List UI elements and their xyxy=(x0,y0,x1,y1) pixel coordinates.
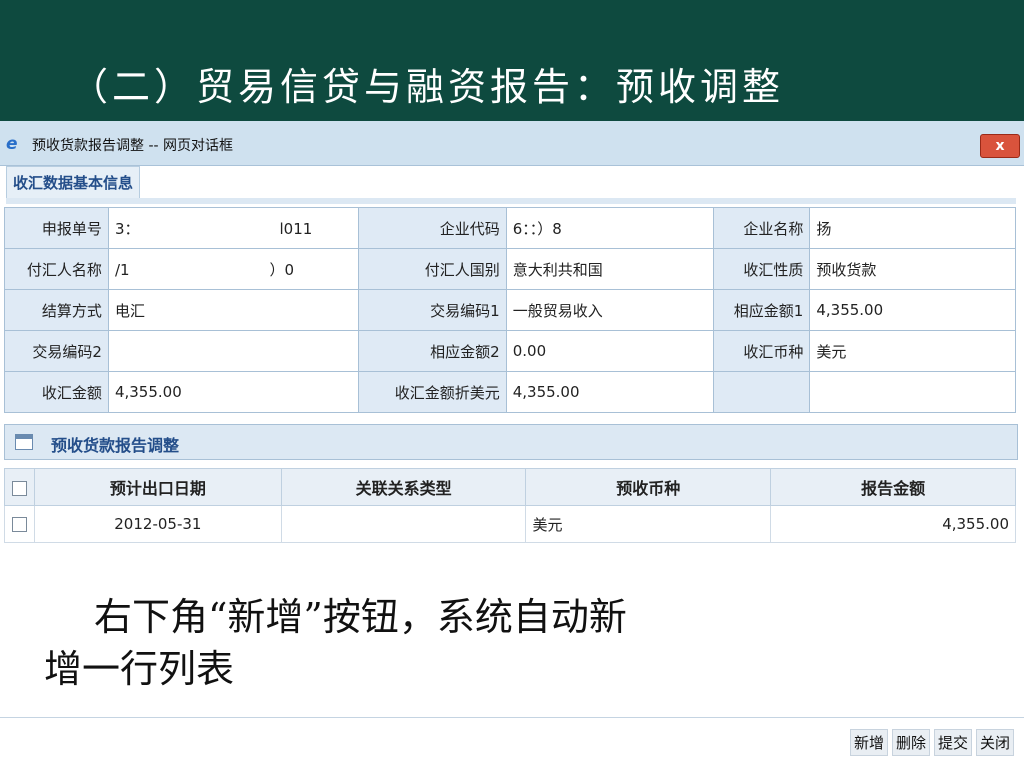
field-label: 交易编码1 xyxy=(357,289,507,331)
declaration-no-field: 3： l011 xyxy=(107,207,359,249)
select-all-checkbox[interactable] xyxy=(4,468,35,506)
usd-amount-field: 4,355.00 xyxy=(505,371,715,413)
col-header-relation[interactable]: 关联关系类型 xyxy=(280,468,527,506)
info-row: 收汇金额 4,355.00 收汇金额折美元 4,355.00 xyxy=(4,371,1016,413)
field-label: 付汇人国别 xyxy=(357,248,507,290)
field-label: 付汇人名称 xyxy=(4,248,109,290)
grid-icon xyxy=(15,434,33,450)
info-table: 申报单号 3： l011 企业代码 6：：）8 企业名称 扬 付汇人名称 /1 ）0… xyxy=(4,207,1016,413)
tab-basic-info[interactable]: 收汇数据基本信息 xyxy=(6,166,141,199)
company-code-field: 6：：）8 xyxy=(505,207,715,249)
company-name-field: 扬 xyxy=(809,207,1016,249)
close-button[interactable]: 关闭 xyxy=(975,729,1014,756)
amount2-field: 0.00 xyxy=(505,330,715,372)
col-header-currency[interactable]: 预收币种 xyxy=(525,468,772,506)
field-label: 企业名称 xyxy=(713,207,811,249)
dialog-window: e 预收货款报告调整 -- 网页对话框 x 收汇数据基本信息 申报单号 3： l0… xyxy=(0,121,1024,768)
ie-icon: e xyxy=(6,134,18,154)
cell-amount[interactable]: 4,355.00 xyxy=(770,505,1016,543)
close-icon[interactable]: x xyxy=(980,134,1020,158)
table-row[interactable]: 2012-05-31 美元 4,355.00 xyxy=(4,505,1016,543)
trade-code1-field: 一般贸易收入 xyxy=(505,289,715,331)
submit-button[interactable]: 提交 xyxy=(933,729,972,756)
payer-country-field: 意大利共和国 xyxy=(505,248,715,290)
subsection-header: 预收货款报告调整 xyxy=(4,424,1018,460)
empty-field xyxy=(809,371,1016,413)
field-label: 申报单号 xyxy=(4,207,109,249)
footer-divider xyxy=(0,717,1024,718)
section-divider xyxy=(6,198,1016,204)
col-header-date[interactable]: 预计出口日期 xyxy=(33,468,282,506)
cell-date[interactable]: 2012-05-31 xyxy=(33,505,282,543)
field-label: 交易编码2 xyxy=(4,330,109,372)
row-checkbox[interactable] xyxy=(4,505,35,543)
info-row: 付汇人名称 /1 ）0 付汇人国别 意大利共和国 收汇性质 预收货款 xyxy=(4,248,1016,290)
delete-button[interactable]: 删除 xyxy=(891,729,930,756)
field-label: 收汇金额折美元 xyxy=(357,371,507,413)
slide-title: （二）贸易信贷与融资报告：预收调整 xyxy=(70,65,785,109)
field-label: 收汇金额 xyxy=(4,371,109,413)
field-label xyxy=(713,371,811,413)
field-label: 相应金额2 xyxy=(357,330,507,372)
col-header-amount[interactable]: 报告金额 xyxy=(770,468,1016,506)
field-label: 相应金额1 xyxy=(713,289,811,331)
add-button[interactable]: 新增 xyxy=(849,729,888,756)
slide-title-bar: （二）贸易信贷与融资报告：预收调整 xyxy=(0,0,1024,120)
subsection-title: 预收货款报告调整 xyxy=(51,436,180,455)
annotation-line: 增一行列表 xyxy=(44,647,235,691)
annotation-text: 右下角“新增”按钮，系统自动新 增一行列表 xyxy=(44,591,804,695)
adjust-grid: 预计出口日期 关联关系类型 预收币种 报告金额 2012-05-31 美元 4,… xyxy=(4,468,1016,543)
cell-currency[interactable]: 美元 xyxy=(525,505,772,543)
currency-field: 美元 xyxy=(809,330,1016,372)
annotation-line: 右下角“新增”按钮，系统自动新 xyxy=(94,595,627,639)
field-label: 收汇性质 xyxy=(713,248,811,290)
field-label: 企业代码 xyxy=(357,207,507,249)
receipt-amount-field: 4,355.00 xyxy=(107,371,359,413)
receipt-nature-field: 预收货款 xyxy=(809,248,1016,290)
amount1-field: 4,355.00 xyxy=(809,289,1016,331)
settlement-method-field: 电汇 xyxy=(107,289,359,331)
info-row: 申报单号 3： l011 企业代码 6：：）8 企业名称 扬 xyxy=(4,207,1016,249)
window-titlebar: e 预收货款报告调整 -- 网页对话框 x xyxy=(0,121,1024,166)
trade-code2-field xyxy=(107,330,359,372)
field-label: 收汇币种 xyxy=(713,330,811,372)
grid-header-row: 预计出口日期 关联关系类型 预收币种 报告金额 xyxy=(4,468,1016,506)
cell-relation[interactable] xyxy=(280,505,527,543)
payer-name-field: /1 ）0 xyxy=(107,248,359,290)
info-row: 交易编码2 相应金额2 0.00 收汇币种 美元 xyxy=(4,330,1016,372)
info-row: 结算方式 电汇 交易编码1 一般贸易收入 相应金额1 4,355.00 xyxy=(4,289,1016,331)
button-bar: 新增 删除 提交 关闭 xyxy=(849,729,1014,756)
window-title: 预收货款报告调整 -- 网页对话框 xyxy=(32,138,234,154)
field-label: 结算方式 xyxy=(4,289,109,331)
